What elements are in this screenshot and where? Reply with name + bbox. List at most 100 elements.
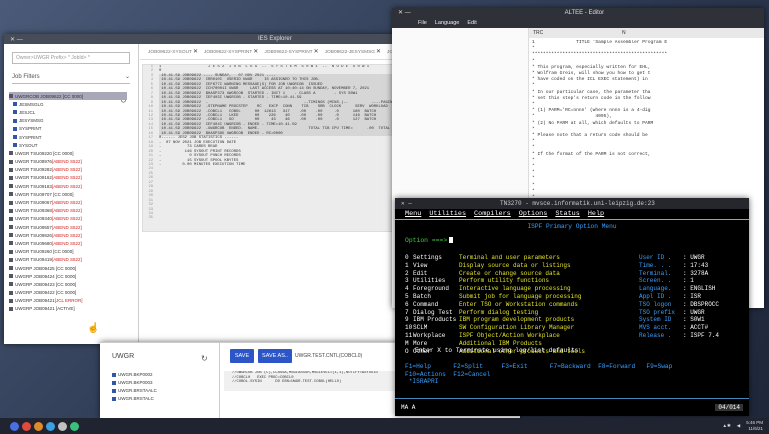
- menu-file[interactable]: File: [418, 20, 427, 26]
- job-filter-dropdown[interactable]: Job Filters ⌄: [12, 70, 130, 84]
- option-row[interactable]: 1 View Display source data or listings Time…: [405, 262, 743, 270]
- job-tree-item[interactable]: UWGRP JOB09424 [CC 0000]: [9, 272, 127, 280]
- app-icon-5[interactable]: [70, 421, 79, 431]
- info-label: [639, 340, 683, 348]
- tab-close-icon[interactable]: ✕: [314, 49, 319, 55]
- dataset-item[interactable]: UWGR.BKP0002: [112, 371, 157, 379]
- ispf-menu-menu[interactable]: Menu: [405, 210, 421, 218]
- save-as-button[interactable]: SAVE AS..: [258, 349, 292, 363]
- job-tree-item[interactable]: UWGRP JOB09421 [ACTIVE]: [9, 305, 127, 313]
- job-search-input[interactable]: Owner>UWGR Prefix> * JobId> *: [12, 52, 130, 64]
- job-tree-item[interactable]: SYSOUT: [9, 141, 127, 149]
- option-row[interactable]: 5 Batch Submit job for language processing…: [405, 293, 743, 301]
- option-command-line[interactable]: Option ===>: [405, 237, 454, 244]
- clock[interactable]: 5:46 PM 11/6/21: [746, 420, 763, 431]
- option-row[interactable]: 0 Settings Terminal and user parameters Use…: [405, 254, 743, 262]
- job-icon: [9, 151, 13, 156]
- job-tree-item[interactable]: UWGR TSU09260 [CC 0000]: [9, 248, 127, 256]
- tab-3[interactable]: JOB09622-JESYSMSG✕: [325, 48, 381, 55]
- start-menu-icon[interactable]: [10, 421, 19, 431]
- job-tree-item[interactable]: UWGR TSU09067 [ABEND S522]: [9, 198, 127, 206]
- dataset-item[interactable]: UWGR.BRSTAALC: [112, 387, 157, 395]
- job-tree-item[interactable]: UWGR TSU08976 [ABEND S522]: [9, 158, 127, 166]
- close-icon[interactable]: ✕ —: [398, 9, 411, 16]
- job-tree-item[interactable]: SYSPRINT: [9, 125, 127, 133]
- job-label: SYSPRINT: [19, 126, 42, 132]
- job-tree-item[interactable]: UWGRP JOB09425 [CC 0000]: [9, 264, 127, 272]
- job-status: [ABEND S522]: [51, 183, 82, 189]
- network-icon[interactable]: ▲✱: [723, 423, 731, 429]
- job-tree-item[interactable]: JESMSGLG: [9, 100, 127, 108]
- job-tree-item[interactable]: UWGRCOB JOB09622 [CC 0000]: [9, 92, 127, 101]
- job-status: [ABEND S522]: [51, 175, 82, 181]
- job-tree-item[interactable]: UWGR TSU09826 [ABEND S522]: [9, 231, 127, 239]
- app-icon-1[interactable]: [22, 421, 31, 431]
- menu-language[interactable]: Language: [435, 20, 459, 26]
- app-icon-4[interactable]: [58, 421, 67, 431]
- menu-edit[interactable]: Edit: [467, 20, 476, 26]
- job-label: UWGR TSU09826: [15, 232, 52, 238]
- dataset-item[interactable]: UWGR.BRSTALC: [112, 395, 157, 403]
- job-tree-pane: Owner>UWGR Prefix> * JobId> * Job Filter…: [4, 44, 139, 344]
- ispf-menu-compilers[interactable]: Compilers: [474, 210, 511, 218]
- dataset-item[interactable]: UWGR.BKP0003: [112, 379, 157, 387]
- job-tree-item[interactable]: UWGR TSU09419 [ABEND S522]: [9, 256, 127, 264]
- option-row[interactable]: 6 Command Enter TSO or Workstation command…: [405, 301, 743, 309]
- terminal-titlebar: ✕ — TN3270 - mvsce.informatik.uni-leipzi…: [395, 198, 749, 209]
- info-label: User ID .: [639, 254, 672, 261]
- tab-close-icon[interactable]: ✕: [253, 49, 258, 55]
- ispf-menu-options[interactable]: Options: [519, 210, 548, 218]
- job-tree-item[interactable]: UWGR TSU09557 [ABEND S522]: [9, 223, 127, 231]
- option-row[interactable]: 10 SCLM SW Configuration Library Manager MV…: [405, 324, 743, 332]
- close-icon[interactable]: ✕ —: [10, 36, 23, 43]
- job-tree-item[interactable]: UWGRP JOB09423 [CC 0000]: [9, 280, 127, 288]
- close-icon[interactable]: ✕ —: [401, 200, 412, 207]
- volume-icon[interactable]: ◀: [737, 423, 740, 429]
- ispf-menu-status[interactable]: Status: [555, 210, 579, 218]
- option-row[interactable]: 2 Edit Create or change source data Termina…: [405, 270, 743, 278]
- tab-0[interactable]: JOB09622-SYSOUT✕: [148, 48, 198, 55]
- option-row[interactable]: 4 Foreground Interactive language processi…: [405, 285, 743, 293]
- job-tree-item[interactable]: UWGR TSU09220 [CC 0000]: [9, 149, 127, 157]
- job-tree-item[interactable]: JESYSMSG: [9, 117, 127, 125]
- job-tree-item[interactable]: UWGR TSU09162 [ABEND S522]: [9, 174, 127, 182]
- mouse-pointer-icon: ☝: [87, 323, 100, 334]
- tab-close-icon[interactable]: ✕: [193, 49, 198, 55]
- job-tree-item[interactable]: UWGRP JOB09422 [CC 0000]: [9, 289, 127, 297]
- job-icon: [9, 306, 13, 311]
- job-label: UWGR TSU09368: [15, 208, 52, 214]
- job-icon: [9, 192, 13, 197]
- job-tree-item[interactable]: UWGR TSU09340 [ABEND S522]: [9, 215, 127, 223]
- job-icon: [9, 241, 13, 246]
- option-row[interactable]: 9 IBM Products IBM program development pro…: [405, 316, 743, 324]
- option-row[interactable]: 3 Utilities Perform utility functions Scree…: [405, 277, 743, 285]
- ispf-menu-help[interactable]: Help: [588, 210, 604, 218]
- option-number: 11: [405, 331, 413, 339]
- app-icon-2[interactable]: [34, 421, 43, 431]
- job-tree-item[interactable]: UWGR TSU09707 [CC 0000]: [9, 190, 127, 198]
- option-row[interactable]: 11 Workplace ISPF Object/Action Workplace R…: [405, 332, 743, 340]
- file-icon: [13, 143, 17, 148]
- job-tree-item[interactable]: UWGR TSU09368 [ABEND S522]: [9, 207, 127, 215]
- refresh-icon[interactable]: ↻: [201, 354, 208, 363]
- terminate-hint: Enter X to Terminate using log/list defa…: [415, 347, 579, 354]
- option-name: Command: [413, 300, 439, 308]
- job-tree-item[interactable]: UWGR TSU09282 [ABEND S522]: [9, 166, 127, 174]
- tab-1[interactable]: JOB09622-SYSPRINT✕: [204, 48, 258, 55]
- save-button[interactable]: SAVE: [230, 349, 254, 363]
- option-row[interactable]: 7 Dialog Test Perform dialog testing TSO pr…: [405, 309, 743, 317]
- ispf-menu-utilities[interactable]: Utilities: [429, 210, 466, 218]
- job-tree-item[interactable]: UWGR TSU09680 [ABEND S522]: [9, 239, 127, 247]
- app-icon-3[interactable]: [46, 421, 55, 431]
- job-tree-item[interactable]: UWGRP JOB09421 [JCL ERROR]: [9, 297, 127, 305]
- file-icon: [13, 135, 17, 140]
- tab-2[interactable]: JOB09622-SYSPRINT✕: [264, 48, 318, 55]
- terminal-title: TN3270 - mvsce.informatik.uni-leipzig.de…: [500, 200, 655, 207]
- job-label: UWGRCOB JOB09622 [CC 0000]: [15, 93, 84, 99]
- job-tree-item[interactable]: SYSPRINT: [9, 133, 127, 141]
- info-value: : DBSPROCC: [683, 300, 720, 308]
- option-name: Foreground: [413, 285, 450, 293]
- job-tree-item[interactable]: JESJCL: [9, 108, 127, 116]
- job-tree-item[interactable]: UWGR TSU09183 [ABEND S522]: [9, 182, 127, 190]
- tab-close-icon[interactable]: ✕: [376, 49, 381, 55]
